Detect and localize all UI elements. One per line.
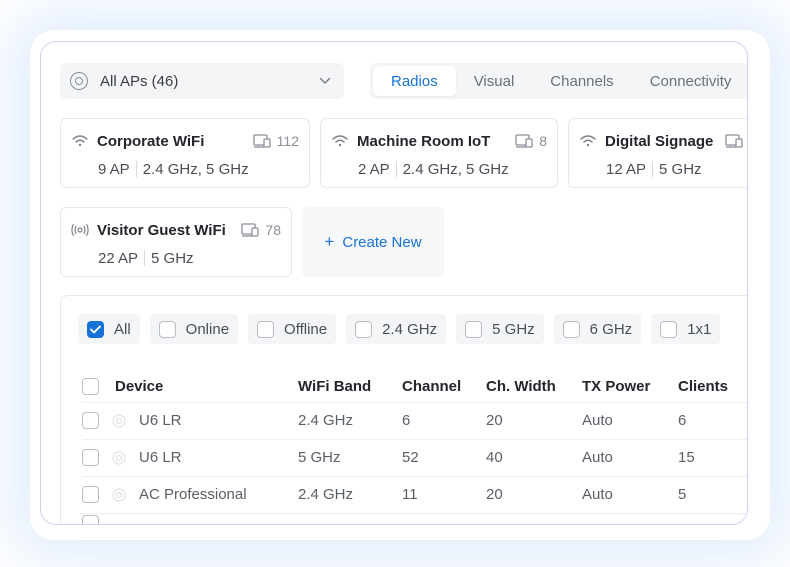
cell-width: 20 (486, 412, 503, 429)
plus-icon: + (324, 232, 335, 251)
row-checkbox[interactable] (82, 449, 99, 466)
select-all-checkbox[interactable] (82, 377, 99, 395)
filter-bar: All Online Offline 2.4 GHz 5 GHz 6 GHz 1… (78, 314, 730, 344)
cell-channel: 52 (402, 449, 419, 466)
tab-radios[interactable]: Radios (373, 66, 456, 96)
checkbox[interactable] (158, 320, 176, 338)
network-name: Digital Signage (605, 132, 714, 150)
header-wifi-band[interactable]: WiFi Band (298, 378, 402, 395)
cell-tx-power: Auto (582, 412, 613, 429)
filter-5-ghz[interactable]: 5 GHz (456, 314, 544, 344)
header-channel[interactable]: Channel (402, 378, 486, 395)
devices-icon (725, 134, 744, 148)
table-row[interactable]: AC Professional 2.4 GHz 11 20 Auto 5 (82, 476, 747, 512)
checkbox[interactable] (257, 320, 275, 338)
cell-width: 40 (486, 449, 503, 466)
checkbox[interactable] (465, 320, 483, 338)
tab-connectivity[interactable]: Connectivity (632, 66, 747, 96)
ap-selector-dropdown[interactable]: All APs (46) (60, 63, 344, 99)
cell-clients: 15 (678, 449, 695, 466)
wifi-icon (579, 132, 597, 150)
view-tabs: Radios Visual Channels Connectivity (370, 63, 747, 99)
ap-count: 22 AP (98, 249, 139, 267)
ap-count: 9 AP (98, 160, 130, 178)
ap-count: 2 AP (358, 160, 390, 178)
cell-tx-power: Auto (582, 449, 613, 466)
client-count (725, 134, 747, 148)
tab-channels[interactable]: Channels (532, 66, 631, 96)
cell-band: 2.4 GHz (298, 486, 354, 503)
band-list: 5 GHz (151, 249, 194, 267)
cell-channel: 11 (402, 486, 418, 503)
header-channel-width[interactable]: Ch. Width (486, 378, 582, 395)
client-count: 112 (253, 133, 299, 149)
radios-table-panel: All Online Offline 2.4 GHz 5 GHz 6 GHz 1… (60, 295, 747, 524)
device-name: U6 LR (139, 449, 182, 466)
network-card-corporate-wifi[interactable]: Corporate WiFi 112 9 AP 2.4 GHz, 5 GHz (60, 118, 310, 188)
devices-icon (515, 134, 533, 148)
filter-1x1[interactable]: 1x1 (651, 314, 721, 344)
band-list: 5 GHz (659, 160, 702, 178)
client-count: 78 (241, 222, 281, 238)
device-name: U6 LR (139, 412, 182, 429)
table-row-partial (82, 513, 747, 524)
cell-width: 20 (486, 486, 503, 503)
row-checkbox[interactable] (82, 486, 99, 503)
access-point-icon (111, 450, 127, 466)
header-tx-power[interactable]: TX Power (582, 378, 678, 395)
create-new-label: Create New (342, 233, 422, 251)
access-point-icon (111, 413, 127, 429)
cell-clients: 5 (678, 486, 687, 503)
wifi-icon (71, 132, 89, 150)
filter-2-4-ghz[interactable]: 2.4 GHz (346, 314, 447, 344)
ap-count: 12 AP (606, 160, 647, 178)
network-card-machine-room-iot[interactable]: Machine Room IoT 8 2 AP 2.4 GHz, 5 GHz (320, 118, 558, 188)
cell-band: 2.4 GHz (298, 412, 354, 429)
cell-tx-power: Auto (582, 486, 613, 503)
devices-icon (241, 223, 260, 237)
checkbox[interactable] (355, 320, 373, 338)
tab-visual[interactable]: Visual (456, 66, 533, 96)
table-row[interactable]: U6 LR 2.4 GHz 6 20 Auto 6 (82, 402, 747, 438)
checkbox[interactable] (660, 320, 678, 338)
create-new-button[interactable]: + Create New (302, 207, 444, 277)
filter-online[interactable]: Online (149, 314, 239, 344)
row-checkbox[interactable] (82, 412, 99, 429)
network-name: Machine Room IoT (357, 132, 491, 150)
wifi-icon (331, 132, 349, 150)
cell-band: 5 GHz (298, 449, 341, 466)
table-header: Device WiFi Band Channel Ch. Width TX Po… (82, 370, 747, 402)
filter-6-ghz[interactable]: 6 GHz (553, 314, 642, 344)
cell-clients: 6 (678, 412, 687, 429)
network-name: Visitor Guest WiFi (97, 221, 226, 239)
ap-selector-label: All APs (46) (100, 72, 179, 90)
checkbox[interactable] (562, 320, 580, 338)
broadcast-icon (71, 221, 89, 239)
filter-offline[interactable]: Offline (248, 314, 337, 344)
table-row[interactable]: U6 LR 5 GHz 52 40 Auto 15 (82, 439, 747, 475)
network-card-digital-signage[interactable]: Digital Signage 12 AP 5 GHz (568, 118, 747, 188)
band-list: 2.4 GHz, 5 GHz (142, 160, 249, 178)
chevron-down-icon (318, 74, 332, 88)
cell-channel: 6 (402, 412, 411, 429)
network-card-visitor-guest-wifi[interactable]: Visitor Guest WiFi 78 22 AP 5 GHz (60, 207, 292, 277)
filter-all[interactable]: All (78, 314, 140, 344)
radar-icon (70, 72, 88, 90)
devices-icon (253, 134, 271, 148)
access-point-icon (111, 487, 127, 503)
checkbox-checked[interactable] (87, 320, 104, 338)
band-list: 2.4 GHz, 5 GHz (402, 160, 509, 178)
header-clients[interactable]: Clients (678, 378, 747, 395)
row-checkbox[interactable] (82, 515, 99, 524)
radios-window: All APs (46) Radios Visual Channels Conn… (40, 41, 748, 525)
client-count: 8 (515, 133, 547, 149)
network-name: Corporate WiFi (97, 132, 205, 150)
device-name: AC Professional (139, 486, 247, 503)
header-device[interactable]: Device (115, 378, 163, 395)
